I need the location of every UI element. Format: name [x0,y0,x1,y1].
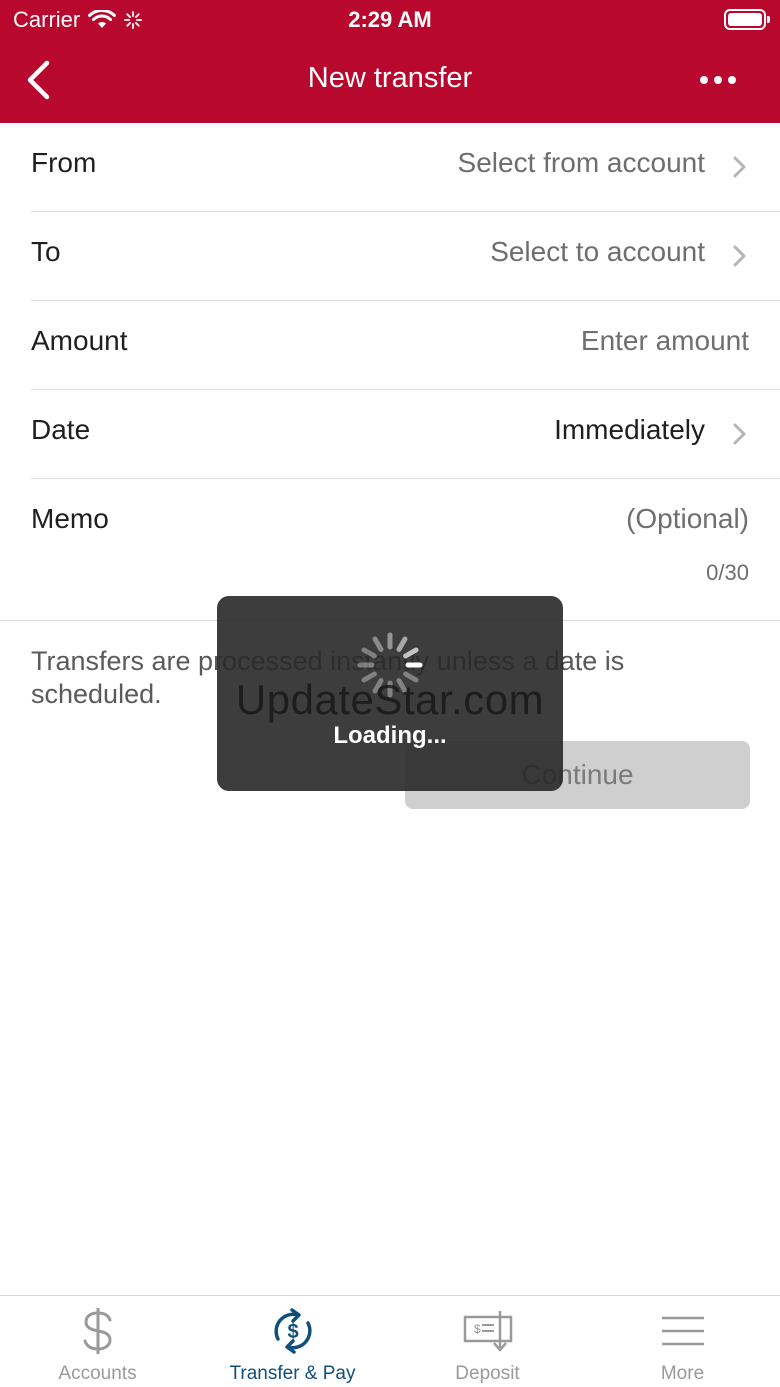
chevron-right-icon [733,156,746,178]
chevron-right-icon [733,245,746,267]
more-dots-icon [700,76,708,84]
amount-row[interactable]: Amount Enter amount [31,301,780,390]
tab-more[interactable]: More [585,1296,780,1387]
more-dot [714,76,722,84]
amount-label: Amount [31,325,128,356]
memo-label: Memo [31,503,109,534]
from-account-value: Select from account [457,147,705,178]
date-label: Date [31,414,91,445]
svg-text:$: $ [474,1322,481,1336]
date-value: Immediately [554,414,705,445]
from-account-row[interactable]: From Select from account [31,123,780,212]
check-deposit-icon: $ [460,1306,516,1356]
tab-more-label: More [660,1363,705,1384]
battery-icon [724,9,770,30]
tab-deposit[interactable]: $ Deposit [390,1296,585,1387]
transfer-form: From Select from account To Select to ac… [0,123,780,621]
transfer-icon: $ [265,1306,321,1356]
tab-transfer-pay[interactable]: $ Transfer & Pay [195,1296,390,1387]
tab-bar: Accounts $ Transfer & Pay $ Deposit More [0,1295,780,1387]
tab-accounts-label: Accounts [58,1363,137,1384]
to-account-value: Select to account [490,236,705,267]
memo-input[interactable]: (Optional) [626,503,749,535]
app-header: Carrier 2:29 AM New transfer [0,0,780,123]
page-title: New transfer [307,62,473,94]
to-label: To [31,236,61,267]
dollar-icon [70,1306,126,1356]
svg-text:$: $ [287,1321,298,1343]
tab-deposit-label: Deposit [455,1363,520,1384]
status-bar: Carrier 2:29 AM [0,0,780,40]
amount-input[interactable]: Enter amount [581,325,749,357]
status-time: 2:29 AM [348,7,432,32]
watermark-text: UpdateStar.com [235,676,545,723]
more-dot [728,76,736,84]
loading-label: Loading... [333,722,447,749]
tab-accounts[interactable]: Accounts [0,1296,195,1387]
from-label: From [31,147,97,178]
date-row[interactable]: Date Immediately [31,390,780,479]
more-options-button[interactable] [696,66,740,94]
menu-icon [655,1306,711,1356]
memo-character-counter: 0/30 [706,560,749,585]
tab-transfer-pay-label: Transfer & Pay [229,1363,356,1384]
to-account-row[interactable]: To Select to account [31,212,780,301]
chevron-right-icon [733,423,746,445]
